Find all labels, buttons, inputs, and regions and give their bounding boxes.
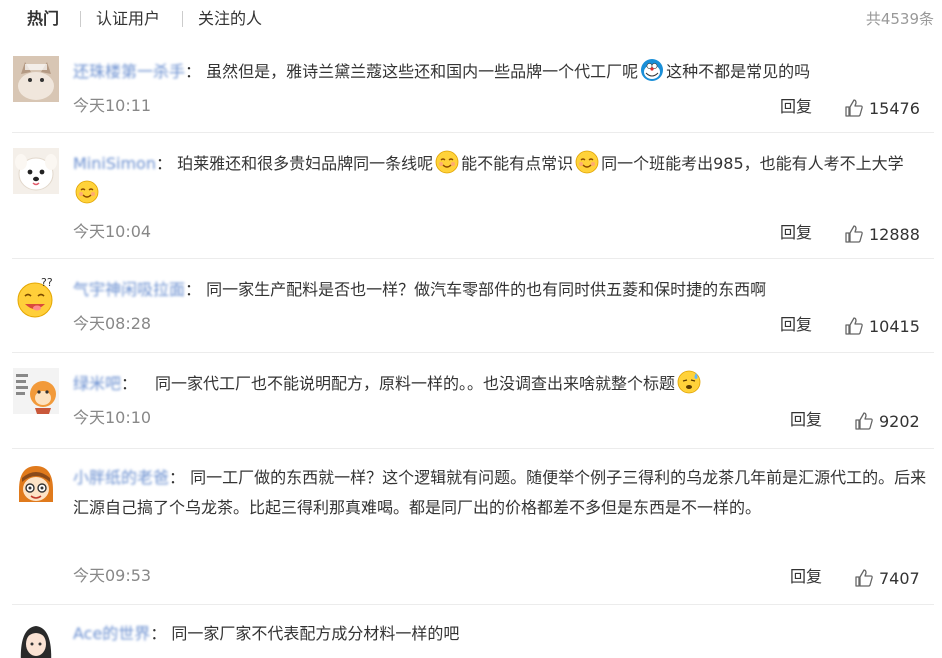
colon: ： xyxy=(169,468,186,487)
like-count: 9202 xyxy=(879,412,920,431)
comment-time: 今天08:28 xyxy=(73,314,152,333)
comment-item: ?? 气宇神闲吸拉面： 同一家生产配料是否也一样？做汽车零部件的也有同时供五菱和… xyxy=(0,258,942,352)
divider xyxy=(12,448,934,449)
tab-following[interactable]: 关注的人 xyxy=(198,9,262,29)
comment-time: 今天10:04 xyxy=(73,222,152,241)
comment-text: 这种不都是常见的吗 xyxy=(666,62,811,81)
username[interactable]: 气宇神闲吸拉面 xyxy=(73,280,185,299)
username[interactable]: 小胖纸的老爸 xyxy=(73,468,169,487)
doraemon-emoji-icon xyxy=(640,58,664,82)
comment-text: 同一个班能考出985，也能有人考不上大学 xyxy=(601,154,904,173)
comment-total-count: 共4539条 xyxy=(865,10,934,28)
comment-text: 珀莱雅还和很多贵妇品牌同一条线呢 xyxy=(177,154,434,173)
tab-divider xyxy=(80,11,81,27)
comment-time: 今天09:53 xyxy=(73,566,152,585)
smile-emoji-icon xyxy=(575,150,599,174)
cartoon-avatar-icon xyxy=(13,368,59,414)
avatar[interactable] xyxy=(13,148,59,194)
reply-button[interactable]: 回复 xyxy=(790,567,822,587)
comment-text: 同一家代工厂也不能说明配方，原料一样的。。也没调查出来啥就整个标题 xyxy=(155,374,676,393)
comment-text: 虽然但是，雅诗兰黛兰蔻这些还和国内一些品牌一个代工厂呢 xyxy=(206,62,639,81)
cat-avatar-icon xyxy=(13,56,59,102)
reply-button[interactable]: 回复 xyxy=(780,97,812,117)
username[interactable]: 还珠楼第一杀手 xyxy=(73,62,185,81)
username[interactable]: MiniSimon xyxy=(73,154,156,173)
avatar[interactable] xyxy=(13,368,59,414)
reply-button[interactable]: 回复 xyxy=(780,315,812,335)
tab-verified-users[interactable]: 认证用户 xyxy=(96,9,160,29)
comment-item: 还珠楼第一杀手： 虽然但是，雅诗兰黛兰蔻这些还和国内一些品牌一个代工厂呢 这种不都… xyxy=(0,40,942,132)
thumbs-up-icon xyxy=(854,568,874,588)
like-count: 7407 xyxy=(879,569,920,588)
divider xyxy=(12,132,934,133)
avatar[interactable] xyxy=(13,462,59,508)
smile-emoji-icon xyxy=(435,150,459,174)
tab-hot[interactable]: 热门 xyxy=(27,9,59,29)
like-count: 15476 xyxy=(869,99,920,118)
comment-item: Ace的世界： 同一家厂家不代表配方成分材料一样的吧 xyxy=(0,604,942,658)
cartoon-girl-avatar-icon xyxy=(13,462,59,508)
comment-time: 今天10:11 xyxy=(73,96,152,115)
thumbs-up-icon xyxy=(844,224,864,244)
colon: ： xyxy=(150,624,167,643)
colon: ： xyxy=(185,280,202,299)
anime-girl-avatar-icon xyxy=(13,618,59,658)
svg-text:??: ?? xyxy=(41,276,53,289)
thumbs-up-icon xyxy=(844,98,864,118)
comment-text: 能不能有点常识 xyxy=(461,154,574,173)
sweat-emoji-icon xyxy=(677,370,701,394)
like-count: 10415 xyxy=(869,317,920,336)
avatar[interactable] xyxy=(13,56,59,102)
tab-divider xyxy=(182,11,183,27)
comment-time: 今天10:10 xyxy=(73,408,152,427)
comment-text: 同一家生产配料是否也一样？做汽车零部件的也有同时供五菱和保时捷的东西啊 xyxy=(206,280,767,299)
reply-button[interactable]: 回复 xyxy=(780,223,812,243)
divider xyxy=(12,352,934,353)
comment-item: 小胖纸的老爸： 同一工厂做的东西就一样？这个逻辑就有问题。随便举个例子三得利的乌… xyxy=(0,448,942,604)
dog-avatar-icon xyxy=(13,148,59,194)
yummy-face-avatar-icon: ?? xyxy=(13,274,59,320)
like-count: 12888 xyxy=(869,225,920,244)
avatar[interactable] xyxy=(13,618,59,658)
divider xyxy=(12,258,934,259)
thumbs-up-icon xyxy=(844,316,864,336)
reply-button[interactable]: 回复 xyxy=(790,410,822,430)
avatar[interactable]: ?? xyxy=(13,274,59,320)
smile-emoji-icon xyxy=(75,180,99,204)
divider xyxy=(12,604,934,605)
username[interactable]: Ace的世界 xyxy=(73,624,150,643)
colon: ： xyxy=(155,154,172,173)
colon: ： xyxy=(121,374,138,393)
thumbs-up-icon xyxy=(854,411,874,431)
comment-tabs: 热门 认证用户 关注的人 共4539条 xyxy=(0,0,942,40)
colon: ： xyxy=(185,62,202,81)
comment-item: MiniSimon： 珀莱雅还和很多贵妇品牌同一条线呢 能不能有点常识 同一个班能考… xyxy=(0,132,942,258)
comment-item: 同一家代工厂也不能说明配方，原料一样的。。也没调查出来啥就整个标题 绿米吧： 今… xyxy=(0,352,942,448)
comment-text: 同一工厂做的东西就一样？这个逻辑就有问题。随便举个例子三得利的乌龙茶几年前是汇源… xyxy=(73,468,927,517)
comment-text: 同一家厂家不代表配方成分材料一样的吧 xyxy=(171,624,460,643)
username[interactable]: 绿米吧 xyxy=(73,374,121,393)
